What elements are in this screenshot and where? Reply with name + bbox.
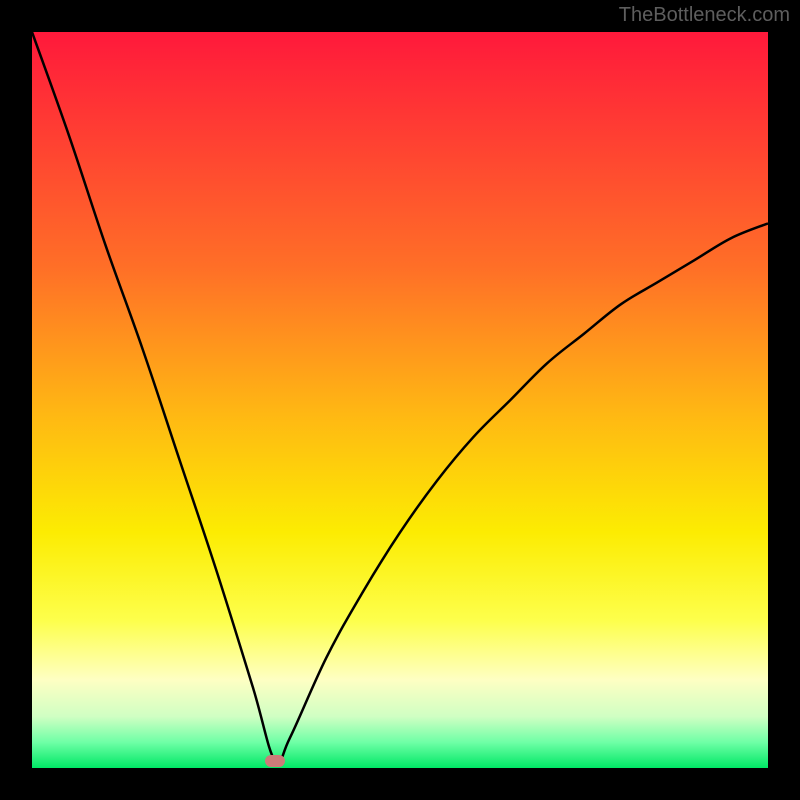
minimum-marker: [265, 755, 285, 767]
attribution-text: TheBottleneck.com: [619, 4, 790, 27]
plot-area: [32, 32, 768, 768]
bottleneck-curve: [32, 32, 768, 768]
